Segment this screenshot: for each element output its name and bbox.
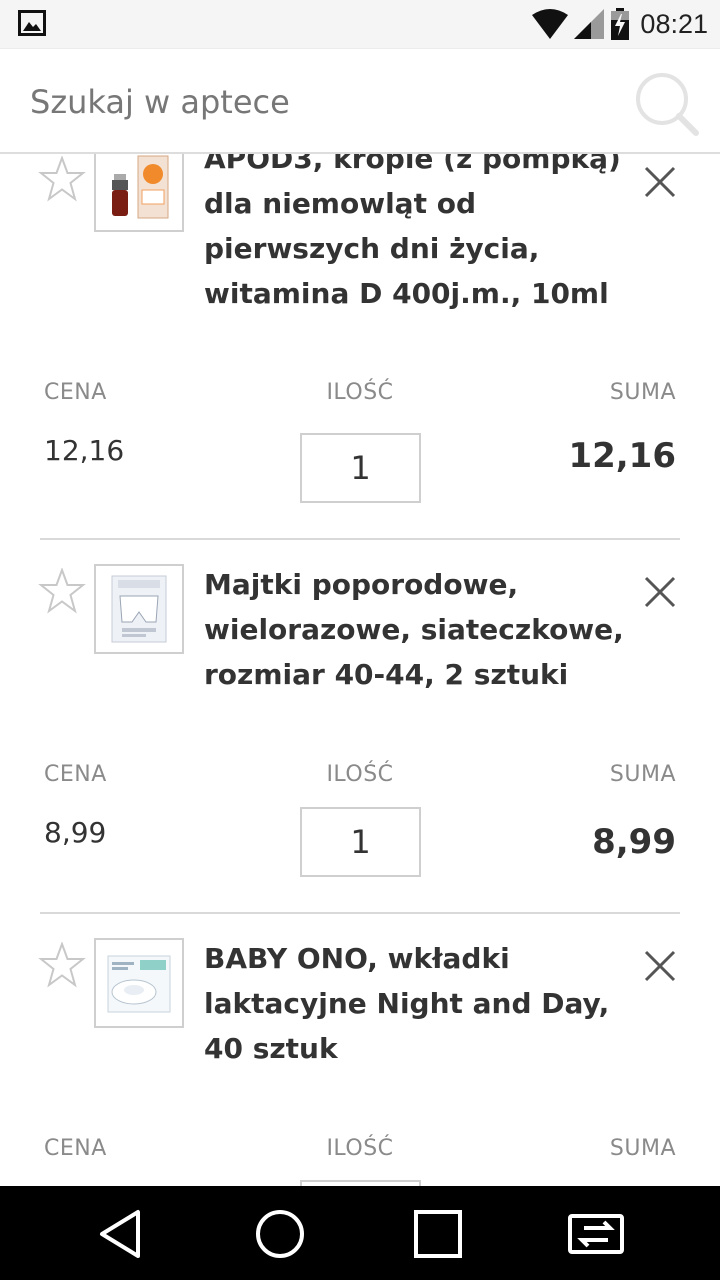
divider: [40, 538, 680, 540]
search-bar: [0, 48, 720, 154]
product-image: [107, 955, 171, 1013]
product-thumbnail[interactable]: [94, 938, 184, 1028]
quantity-input[interactable]: [300, 807, 421, 877]
navigation-bar: [0, 1186, 720, 1280]
divider: [40, 912, 680, 914]
price-label: CENA: [44, 762, 107, 787]
search-input[interactable]: [30, 77, 590, 127]
star-icon[interactable]: [38, 942, 86, 988]
star-icon[interactable]: [38, 156, 86, 202]
recents-icon[interactable]: [410, 1206, 466, 1262]
product-thumbnail[interactable]: [94, 154, 184, 232]
close-icon[interactable]: [640, 946, 680, 986]
star-icon[interactable]: [38, 568, 86, 614]
price-label: CENA: [44, 380, 107, 405]
status-bar: 08:21: [0, 0, 720, 48]
product-title[interactable]: APOD3, krople (z pompką) dla niemowląt o…: [204, 154, 624, 316]
quantity-input[interactable]: [300, 433, 421, 503]
cart-item: Majtki poporodowe, wielorazowe, siateczk…: [0, 562, 720, 936]
product-thumbnail[interactable]: [94, 564, 184, 654]
image-notification-icon: [18, 10, 46, 36]
cart-list[interactable]: APOD3, krople (z pompką) dla niemowląt o…: [0, 154, 720, 1186]
clock: 08:21: [640, 8, 708, 39]
wifi-icon: [532, 9, 569, 39]
cart-item: BABY ONO, wkładki laktacyjne Night and D…: [0, 936, 720, 1186]
quantity-label: ILOŚĆ: [326, 380, 394, 405]
item-sum: 8,99: [592, 822, 676, 862]
signal-icon: [574, 9, 605, 39]
close-icon[interactable]: [640, 162, 680, 202]
sum-label: SUMA: [609, 380, 676, 405]
sum-label: SUMA: [609, 1136, 676, 1161]
search-icon[interactable]: [634, 71, 700, 137]
home-icon[interactable]: [252, 1206, 308, 1262]
cart-item: APOD3, krople (z pompką) dla niemowląt o…: [0, 154, 720, 516]
sum-label: SUMA: [609, 762, 676, 787]
unit-price: 12,16: [44, 434, 125, 467]
product-image: [111, 575, 167, 643]
product-title[interactable]: BABY ONO, wkładki laktacyjne Night and D…: [204, 936, 624, 1071]
unit-price: 8,99: [44, 816, 107, 849]
switch-app-icon[interactable]: [566, 1206, 630, 1262]
product-image: [112, 155, 169, 219]
close-icon[interactable]: [640, 572, 680, 612]
quantity-label: ILOŚĆ: [326, 762, 394, 787]
back-icon[interactable]: [94, 1206, 150, 1262]
item-sum: 12,16: [568, 436, 676, 476]
battery-charging-icon: [611, 8, 630, 40]
price-label: CENA: [44, 1136, 107, 1161]
product-title[interactable]: Majtki poporodowe, wielorazowe, siateczk…: [204, 562, 624, 697]
quantity-label: ILOŚĆ: [326, 1136, 394, 1161]
